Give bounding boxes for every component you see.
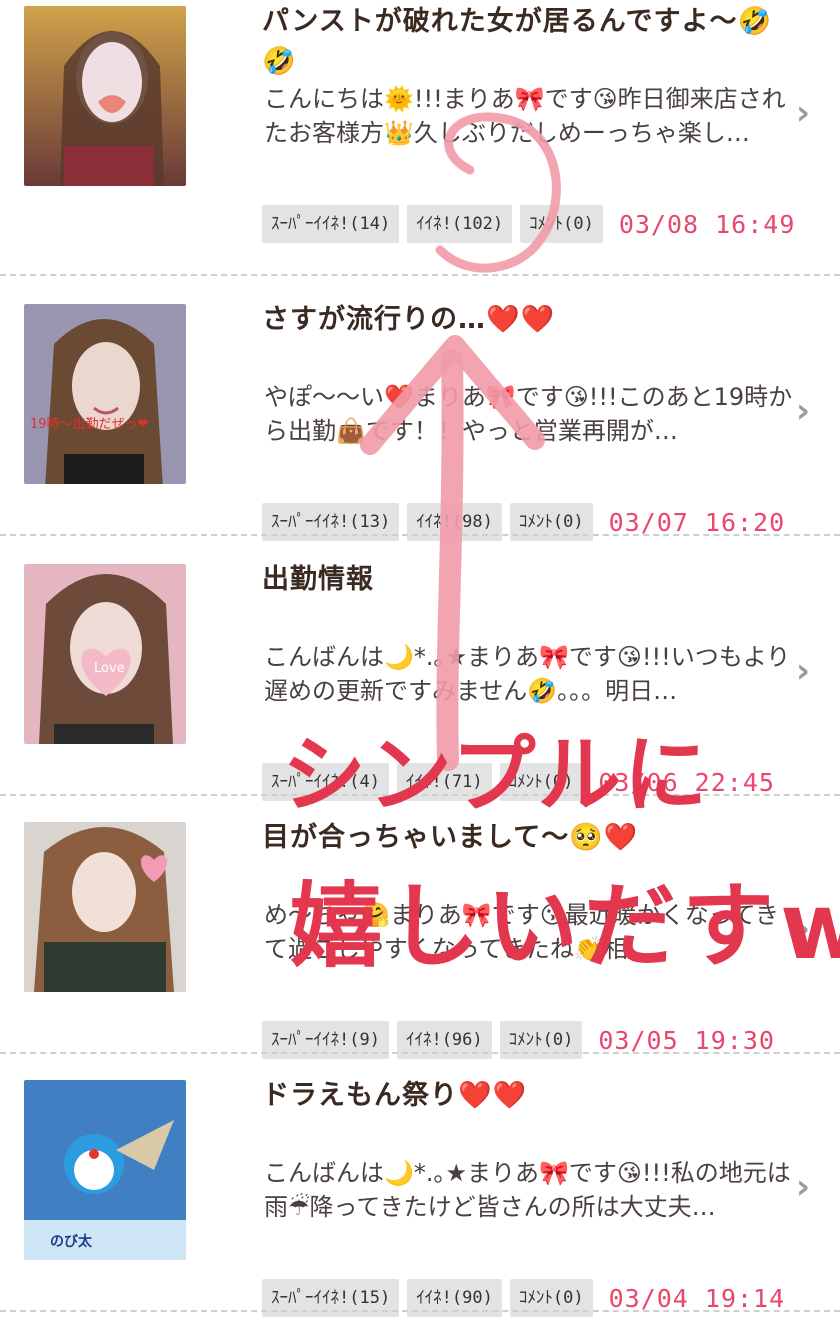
post-thumbnail[interactable]: 19時〜出勤だぜっ❤ (24, 304, 186, 484)
post-thumbnail[interactable] (24, 6, 186, 186)
post-date: 03/04 19:14 (608, 1283, 786, 1313)
divider (0, 1052, 840, 1054)
post-title[interactable]: パンストが破れた女が居るんですよ〜🤣🤣 (262, 2, 802, 82)
post-meta: ｽｰﾊﾟｰｲｲﾈ!(4) ｲｲﾈ!(71) ｺﾒﾝﾄ(0) 03/06 22:4… (262, 762, 775, 802)
post-date: 03/06 22:45 (598, 767, 775, 797)
chevron-right-icon[interactable]: › (796, 96, 822, 130)
post-excerpt: こんばんは🌙*.｡★まりあ🎀です😘!!!いつもより遅めの更新ですみません🤣。。。… (264, 643, 791, 705)
post-excerpt: やぽ〜〜い❤️まりあ🎀です😘!!!このあと19時から出勤👜です！！やっと営業再開… (264, 383, 793, 445)
divider (0, 794, 840, 796)
post-meta: ｽｰﾊﾟｰｲｲﾈ!(13) ｲｲﾈ!(98) ｺﾒﾝﾄ(0) 03/07 16:… (262, 502, 785, 542)
post-date: 03/08 16:49 (618, 209, 796, 239)
chevron-right-icon[interactable]: › (796, 394, 822, 428)
post-thumbnail[interactable] (24, 822, 186, 1002)
post-thumbnail[interactable]: のび太 (24, 1080, 186, 1260)
chevron-right-icon[interactable]: › (796, 912, 822, 946)
blog-post-item[interactable]: パンストが破れた女が居るんですよ〜🤣🤣 こんにちは🌞!!!まりあ🎀です😘昨日御来… (0, 0, 840, 258)
comment-button[interactable]: ｺﾒﾝﾄ(0) (520, 205, 603, 243)
divider (0, 274, 840, 276)
divider (0, 534, 840, 536)
blog-post-item[interactable]: のび太 ドラえもん祭り❤️❤️ こんばんは🌙*.｡★まりあ🎀です😘!!!私の地元… (0, 1074, 840, 1332)
post-meta: ｽｰﾊﾟｰｲｲﾈ!(14) ｲｲﾈ!(102) ｺﾒﾝﾄ(0) 03/08 16… (262, 204, 795, 244)
post-thumbnail[interactable]: Love (24, 564, 186, 744)
blog-post-item[interactable]: 19時〜出勤だぜっ❤ さすが流行りの…❤️❤️ やぽ〜〜い❤️まりあ🎀です😘!!… (0, 298, 840, 556)
post-excerpt: こんにちは🌞!!!まりあ🎀です😘昨日御来店されたお客様方👑久しぶりだしめーっちゃ… (264, 85, 786, 147)
svg-text:のび太: のび太 (50, 1233, 93, 1250)
post-date: 03/07 16:20 (608, 507, 786, 537)
blog-post-item[interactable]: Love 出勤情報 こんばんは🌙*.｡★まりあ🎀です😘!!!いつもより遅めの更新… (0, 558, 840, 816)
post-meta: ｽｰﾊﾟｰｲｲﾈ!(9) ｲｲﾈ!(96) ｺﾒﾝﾄ(0) 03/05 19:3… (262, 1020, 775, 1060)
post-excerpt: こんばんは🌙*.｡★まりあ🎀です😘!!!私の地元は雨☔降ってきたけど皆さんの所は… (264, 1159, 791, 1221)
like-button[interactable]: ｲｲﾈ!(102) (407, 205, 513, 243)
thumb-caption: Love (94, 661, 125, 676)
post-excerpt: め〜ちゃ🤗まりあ🎀です😘最近暖かくなってきて過ごしやすくなってきたね👏相… (264, 901, 779, 963)
divider (0, 1310, 840, 1312)
blog-post-item[interactable]: 目が合っちゃいまして〜🥺❤️ め〜ちゃ🤗まりあ🎀です😘最近暖かくなってきて過ごし… (0, 816, 840, 1074)
post-title[interactable]: ドラえもん祭り❤️❤️ (262, 1076, 802, 1116)
thumb-caption: 19時〜出勤だぜっ❤ (30, 417, 149, 432)
post-title[interactable]: 目が合っちゃいまして〜🥺❤️ (262, 818, 802, 858)
post-meta: ｽｰﾊﾟｰｲｲﾈ!(15) ｲｲﾈ!(90) ｺﾒﾝﾄ(0) 03/04 19:… (262, 1278, 785, 1318)
post-title[interactable]: 出勤情報 (262, 560, 802, 600)
super-like-button[interactable]: ｽｰﾊﾟｰｲｲﾈ!(14) (262, 205, 400, 243)
post-title[interactable]: さすが流行りの…❤️❤️ (262, 300, 802, 340)
chevron-right-icon[interactable]: › (796, 654, 822, 688)
chevron-right-icon[interactable]: › (796, 1170, 822, 1204)
post-date: 03/05 19:30 (598, 1025, 775, 1055)
